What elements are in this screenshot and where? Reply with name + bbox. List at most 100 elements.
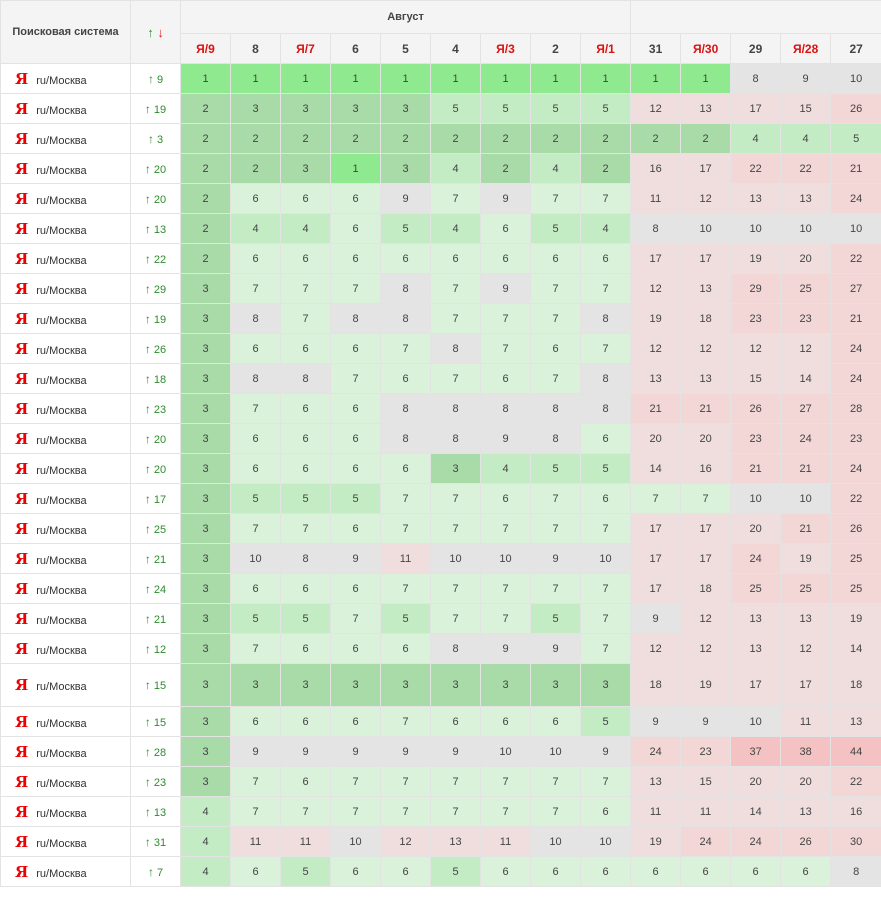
yandex-logo-icon: Я [15,339,29,358]
date-column-header[interactable]: 8 [230,33,281,64]
search-engine-header[interactable]: Поисковая система [0,0,131,64]
position-change-value: 12 [153,643,167,656]
search-engine-cell: Яru/Москва [0,333,131,364]
position-cell: 4 [430,153,481,184]
position-change-value: 23 [153,403,167,416]
position-cell: 3 [530,663,581,707]
position-cell: 8 [380,423,431,454]
position-cell: 7 [530,273,581,304]
position-cell: 3 [180,766,231,797]
date-column-header[interactable]: 29 [730,33,782,64]
position-change-cell: ↑ 12 [130,633,181,664]
date-column-header[interactable]: 5 [380,33,431,64]
position-cell: 6 [579,243,632,274]
position-change-value: 3 [156,133,164,146]
date-column-header[interactable]: 2 [530,33,581,64]
position-cell: 9 [330,543,381,574]
position-cell: 7 [330,273,381,304]
position-cell: 2 [630,123,682,154]
position-change-value: 23 [153,776,167,789]
date-column-header[interactable]: Я/30 [680,33,732,64]
position-cell: 23 [780,303,832,334]
position-cell: 7 [430,766,481,797]
search-engine-cell: Яru/Москва [0,153,131,184]
position-cell: 5 [430,856,481,887]
position-cell: 6 [330,423,381,454]
position-change-cell: ↑ 20 [130,423,181,454]
position-cell: 1 [330,153,381,184]
position-cell: 13 [430,826,481,857]
table-row: Яru/Москва ↑ 13 2 4 4 6 5 4 6 5 4 8 10 10 10 10 [0,213,881,244]
position-cell: 3 [180,483,231,514]
position-cell: 7 [430,303,481,334]
table-row: Яru/Москва ↑ 20 3 6 6 6 8 8 9 8 6 20 20 23 24 23 [0,423,881,454]
position-cell: 6 [430,706,481,737]
yandex-logo-icon: Я [15,549,29,568]
position-cell: 1 [330,63,381,94]
table-row: Яru/Москва ↑ 7 4 6 5 6 6 5 6 6 6 6 6 6 6 8 [0,856,881,887]
position-cell: 3 [180,543,231,574]
position-cell: 6 [730,856,782,887]
position-cell: 10 [730,213,782,244]
position-cell: 7 [630,483,682,514]
date-column-header[interactable]: Я/7 [280,33,331,64]
arrow-up-icon: ↑ [144,678,151,692]
position-cell: 17 [780,663,832,707]
position-cell: 17 [630,513,682,544]
position-cell: 7 [530,573,581,604]
position-cell: 6 [380,363,431,394]
arrow-up-icon: ↑ [144,491,151,506]
yandex-logo-icon: Я [15,309,29,328]
position-cell: 5 [530,213,581,244]
position-cell: 7 [380,706,431,737]
table-row: Яru/Москва ↑ 24 3 6 6 6 7 7 7 7 7 17 18 25 25 25 [0,573,881,604]
date-column-header[interactable]: 31 [630,33,682,64]
position-cell: 5 [230,603,281,634]
position-cell: 7 [380,513,431,544]
position-cell: 7 [530,183,581,214]
yandex-logo-icon: Я [15,129,29,148]
position-cell: 7 [430,573,481,604]
position-cell: 24 [630,736,682,767]
position-cell: 12 [680,633,732,664]
arrow-up-icon: ↑ [147,71,154,86]
arrow-up-icon: ↑ [147,131,154,146]
position-cell: 6 [330,706,381,737]
date-column-header[interactable]: 4 [430,33,481,64]
date-column-header[interactable]: Я/28 [780,33,832,64]
date-column-header[interactable]: Я/3 [480,33,531,64]
position-cell: 6 [280,243,331,274]
date-column-header[interactable]: Я/9 [180,33,231,64]
region-label: ru/Москва [36,494,87,507]
position-cell: 3 [380,153,431,184]
position-cell: 6 [280,333,331,364]
position-cell: 20 [780,766,832,797]
arrow-up-icon: ↑ [144,101,151,116]
position-cell: 1 [280,63,331,94]
arrow-up-icon: ↑ [144,804,151,819]
position-cell: 5 [280,483,331,514]
position-cell: 7 [430,183,481,214]
position-cell: 17 [680,513,732,544]
position-cell: 6 [780,856,832,887]
sort-down-icon[interactable]: ↓ [157,25,164,40]
sort-up-icon[interactable]: ↑ [147,25,154,40]
position-cell: 2 [180,123,231,154]
position-cell: 22 [730,153,782,184]
position-cell: 8 [380,273,431,304]
date-column-header[interactable]: 6 [330,33,381,64]
position-cell: 6 [530,333,581,364]
search-engine-cell: Яru/Москва [0,543,131,574]
position-change-cell: ↑ 13 [130,796,181,827]
date-column-header[interactable]: Я/1 [579,33,632,64]
position-cell: 3 [280,663,331,707]
position-change-value: 19 [153,313,167,326]
position-change-cell: ↑ 13 [130,213,181,244]
date-column-header[interactable]: 27 [830,33,881,64]
position-change-value: 20 [153,163,167,176]
position-cell: 8 [330,303,381,334]
position-cell: 5 [579,453,632,484]
sort-toggle[interactable]: ↑ ↓ [130,0,181,64]
position-cell: 1 [630,63,682,94]
position-cell: 7 [430,603,481,634]
